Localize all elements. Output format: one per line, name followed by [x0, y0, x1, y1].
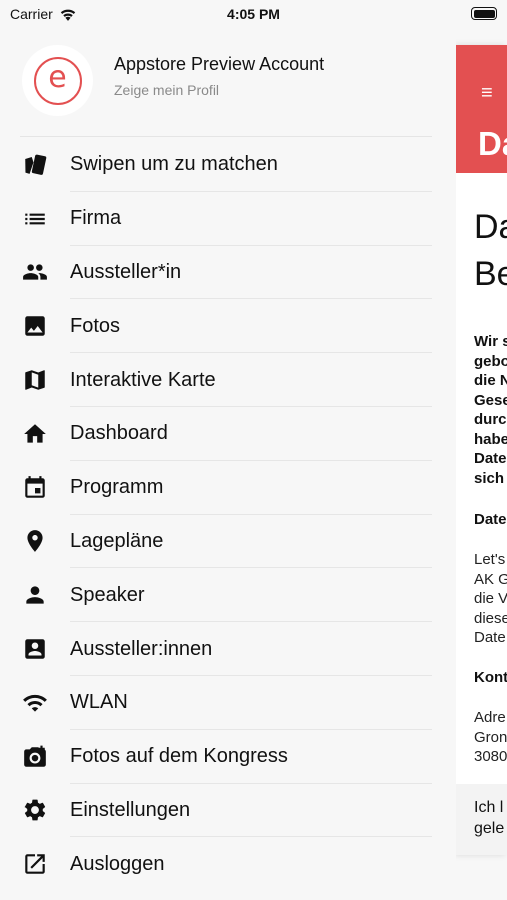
background-paragraph-line: AK G [474, 570, 507, 588]
background-page[interactable]: ≡ Da Da Be Wir s gebo die N Gese durc ha… [456, 45, 507, 855]
background-paragraph-line: die V [474, 590, 507, 607]
navigation-drawer: e Appstore Preview Account Zeige mein Pr… [0, 0, 456, 900]
map-icon [21, 366, 49, 394]
hamburger-menu-icon[interactable]: ≡ [481, 83, 493, 103]
status-time: 4:05 PM [227, 6, 280, 22]
background-bold-line: sich [474, 469, 505, 487]
menu-item-firma[interactable]: Firma [0, 192, 456, 246]
background-bold-line: Date [474, 450, 507, 467]
menu-item-label: Dashboard [70, 422, 168, 445]
menu-item-aussteller-innen[interactable]: Aussteller:innen [0, 622, 456, 676]
background-paragraph-line: Date [474, 629, 506, 646]
profile-link[interactable]: Zeige mein Profil [114, 82, 219, 98]
drawer-menu: Swipen um zu matchen Firma Aussteller*in… [0, 138, 456, 891]
background-bold-line: durc [474, 411, 507, 428]
avatar[interactable]: e [22, 45, 93, 116]
background-heading-line: Be [474, 255, 507, 293]
background-section-title: Date [474, 511, 507, 528]
list-icon [21, 205, 49, 233]
menu-item-label: Lagepläne [70, 529, 164, 552]
background-bold-line: gebo [474, 352, 507, 370]
menu-item-ausloggen[interactable]: Ausloggen [0, 837, 456, 891]
background-bold-line: habe [474, 430, 507, 448]
background-address-line: 3080 [474, 748, 507, 765]
background-section-title: Kont [474, 669, 507, 686]
menu-item-label: Interaktive Karte [70, 368, 216, 391]
background-footer-line: Ich l [474, 799, 504, 816]
wifi-icon [21, 689, 49, 717]
menu-item-label: Aussteller:innen [70, 637, 213, 660]
menu-item-fotos-kongress[interactable]: Fotos auf dem Kongress [0, 730, 456, 784]
menu-item-lageplaene[interactable]: Lagepläne [0, 515, 456, 569]
background-header: ≡ Da [456, 45, 507, 173]
swipe-cards-icon [21, 151, 49, 179]
camera-icon [21, 743, 49, 771]
background-address-line: Adre [474, 709, 506, 726]
location-pin-icon [21, 527, 49, 555]
status-bar: Carrier 4:05 PM [0, 0, 507, 30]
logout-icon [21, 850, 49, 878]
background-bold-line: die N [474, 372, 507, 389]
background-header-title: Da [478, 125, 507, 162]
profile-header[interactable]: e Appstore Preview Account Zeige mein Pr… [0, 40, 456, 138]
battery-icon [471, 7, 497, 20]
menu-item-label: Einstellungen [70, 798, 191, 821]
menu-item-dashboard[interactable]: Dashboard [0, 407, 456, 461]
menu-item-programm[interactable]: Programm [0, 461, 456, 515]
contact-card-icon [21, 635, 49, 663]
profile-name: Appstore Preview Account [114, 54, 325, 74]
background-address-line: Gron [474, 728, 507, 746]
gear-icon [21, 796, 49, 824]
people-icon [21, 258, 49, 286]
logo-icon: e [33, 56, 82, 105]
menu-item-label: Speaker [70, 583, 145, 606]
home-icon [21, 420, 49, 448]
menu-item-label: Programm [70, 476, 164, 499]
divider [20, 136, 432, 137]
menu-item-label: Firma [70, 207, 122, 230]
menu-item-swipen[interactable]: Swipen um zu matchen [0, 138, 456, 192]
menu-item-label: Aussteller*in [70, 260, 182, 283]
menu-item-label: Ausloggen [70, 852, 165, 875]
calendar-icon [21, 474, 49, 502]
image-icon [21, 312, 49, 340]
menu-item-fotos[interactable]: Fotos [0, 299, 456, 353]
menu-item-einstellungen[interactable]: Einstellungen [0, 784, 456, 838]
menu-item-label: Swipen um zu matchen [70, 153, 278, 176]
menu-item-label: Fotos [70, 314, 121, 337]
background-footer: Ich l gele [456, 784, 507, 855]
background-bold-line: Gese [474, 391, 507, 409]
menu-item-speaker[interactable]: Speaker [0, 568, 456, 622]
background-paragraph-line: Let's [474, 551, 506, 568]
menu-item-label: WLAN [70, 691, 128, 714]
background-paragraph-line: diese [474, 609, 507, 627]
background-heading-line: Da [474, 208, 507, 246]
menu-item-aussteller-in[interactable]: Aussteller*in [0, 246, 456, 300]
background-footer-line: gele [474, 820, 505, 837]
menu-item-wlan[interactable]: WLAN [0, 676, 456, 730]
menu-item-label: Fotos auf dem Kongress [70, 745, 288, 768]
person-icon [21, 581, 49, 609]
background-bold-line: Wir s [474, 333, 507, 350]
menu-item-interaktive-karte[interactable]: Interaktive Karte [0, 353, 456, 407]
